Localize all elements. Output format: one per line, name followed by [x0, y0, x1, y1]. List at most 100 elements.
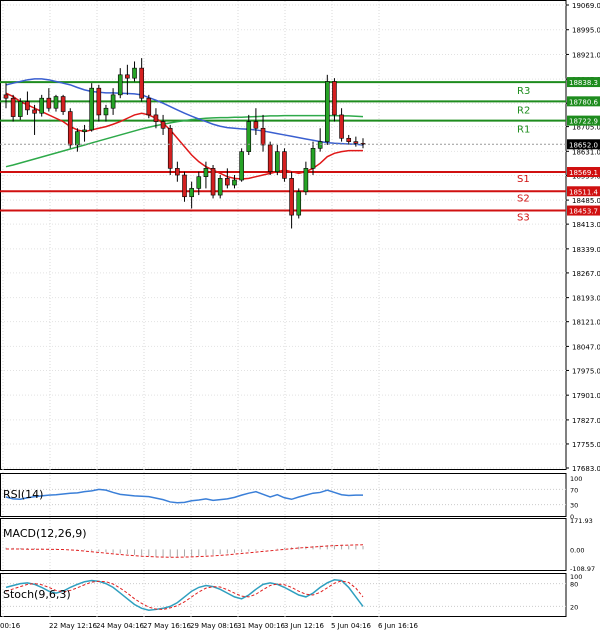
price-tick-label: 18921.0: [572, 51, 600, 59]
candle-bear: [25, 101, 30, 111]
candle-bear: [139, 67, 144, 99]
price-tick-label: 18485.0: [572, 197, 600, 205]
level-price-label: 18453.7: [569, 208, 598, 216]
macd-tick-label: 171.93: [570, 517, 593, 525]
candle-bear: [210, 168, 216, 196]
candle-bear: [32, 109, 37, 114]
candle-bull: [189, 188, 194, 198]
stoch-panel-frame: [0, 573, 567, 617]
ma-fast-line: [5, 92, 363, 180]
macd-tick-label: -108.97: [570, 565, 595, 573]
macd-label: MACD(12,26,9): [3, 527, 87, 540]
forex-chart-window: 19069.018995.018921.018847.018775.018705…: [0, 0, 600, 633]
time-tick-label: 6 Jun 16:16: [378, 622, 419, 630]
price-tick-label: 19069.0: [572, 2, 600, 10]
candle-bear: [3, 94, 9, 99]
stoch-tick-label: 80: [570, 581, 578, 589]
time-tick-label: 31 May 00:16: [237, 622, 286, 630]
candle-bear: [125, 74, 130, 79]
candle-bull: [296, 191, 302, 216]
level-name-r2: R2: [517, 105, 530, 116]
level-name-r1: R1: [517, 125, 530, 136]
candle-bull: [324, 81, 330, 142]
candle-bull: [275, 151, 280, 172]
level-price-label: 18569.1: [569, 169, 598, 177]
level-price-label: 18722.9: [569, 118, 598, 126]
price-tick-label: 18121.0: [572, 319, 600, 327]
candle-bear: [289, 178, 294, 216]
level-name-s3: S3: [517, 213, 530, 224]
candle-bear: [46, 97, 52, 109]
candle-bear: [260, 127, 266, 146]
candle-bear: [60, 96, 66, 112]
time-tick-label: 00:16: [0, 622, 21, 630]
rsi-panel-frame: [0, 473, 567, 517]
candle-bull: [75, 131, 80, 146]
rsi-tick-label: 100: [570, 475, 582, 483]
price-tick-label: 18267.0: [572, 270, 600, 278]
candle-bear: [67, 111, 73, 146]
level-price-label: 18838.3: [569, 79, 598, 87]
level-name-s2: S2: [517, 193, 530, 204]
price-tick-label: 18193.0: [572, 295, 600, 303]
stoch-label: Stoch(9,6,3): [3, 588, 71, 601]
ma-slow-line: [5, 114, 364, 168]
candle-bull: [89, 87, 94, 131]
candle-bull: [82, 129, 87, 132]
time-tick-label: 22 May 12:16: [49, 622, 98, 630]
candle-bull: [132, 67, 137, 79]
candle-bull: [239, 151, 244, 181]
level-price-label: 18511.4: [569, 188, 598, 196]
candle-bear: [346, 137, 352, 142]
candle-bear: [267, 144, 273, 172]
macd-tick-label: 0.00: [570, 546, 584, 554]
candle-bull: [303, 168, 309, 193]
candle-bear: [282, 151, 287, 179]
rsi-line: [5, 488, 363, 504]
ma-mid-line: [5, 78, 364, 146]
candle-bear: [146, 97, 152, 116]
level-name-s1: S1: [517, 174, 530, 185]
candle-bear: [160, 121, 166, 129]
price-tick-label: 18413.0: [572, 221, 600, 229]
candle-bull: [53, 96, 59, 109]
candle-bull: [196, 176, 202, 189]
price-tick-label: 17683.0: [572, 465, 600, 473]
candle-bear: [167, 127, 173, 169]
price-tick-label: 17975.0: [572, 367, 600, 375]
candle-bear: [175, 168, 180, 176]
candle-bear: [96, 87, 102, 116]
candle-bear: [353, 141, 359, 144]
level-name-r3: R3: [517, 86, 530, 97]
time-tick-label: 3 Jun 12:16: [284, 622, 325, 630]
candle-bull: [39, 97, 45, 114]
candle-bear: [153, 114, 159, 122]
rsi-tick-label: 70: [570, 486, 578, 494]
time-tick-label: 5 Jun 04:16: [331, 622, 372, 630]
price-tick-label: 17827.0: [572, 417, 600, 425]
time-tick-label: 27 May 16:16: [143, 622, 192, 630]
price-tick-label: 18631.0: [572, 148, 600, 156]
main-panel-frame: [0, 0, 567, 470]
stoch-tick-label: 20: [570, 603, 578, 611]
candle-bull: [103, 107, 109, 116]
candle-bull: [217, 178, 223, 196]
time-tick-label: 24 May 04:16: [96, 622, 145, 630]
candle-bull: [310, 148, 316, 169]
candle-bull: [317, 141, 323, 149]
current-price-label: 18652.0: [569, 141, 598, 149]
candle-bear: [332, 81, 337, 116]
candle-bull: [17, 101, 23, 117]
level-price-label: 18780.6: [569, 98, 598, 106]
price-tick-label: 18339.0: [572, 246, 600, 254]
candle-bull: [246, 121, 252, 152]
candle-bear: [253, 121, 259, 129]
candle-bull: [110, 94, 116, 109]
candle-bear: [225, 178, 230, 186]
candle-bear: [339, 114, 344, 139]
price-tick-label: 18995.0: [572, 27, 600, 35]
price-tick-label: 17755.0: [572, 441, 600, 449]
candle-bull: [203, 168, 209, 178]
candle-bear: [10, 97, 16, 117]
candle-bull: [232, 179, 237, 186]
